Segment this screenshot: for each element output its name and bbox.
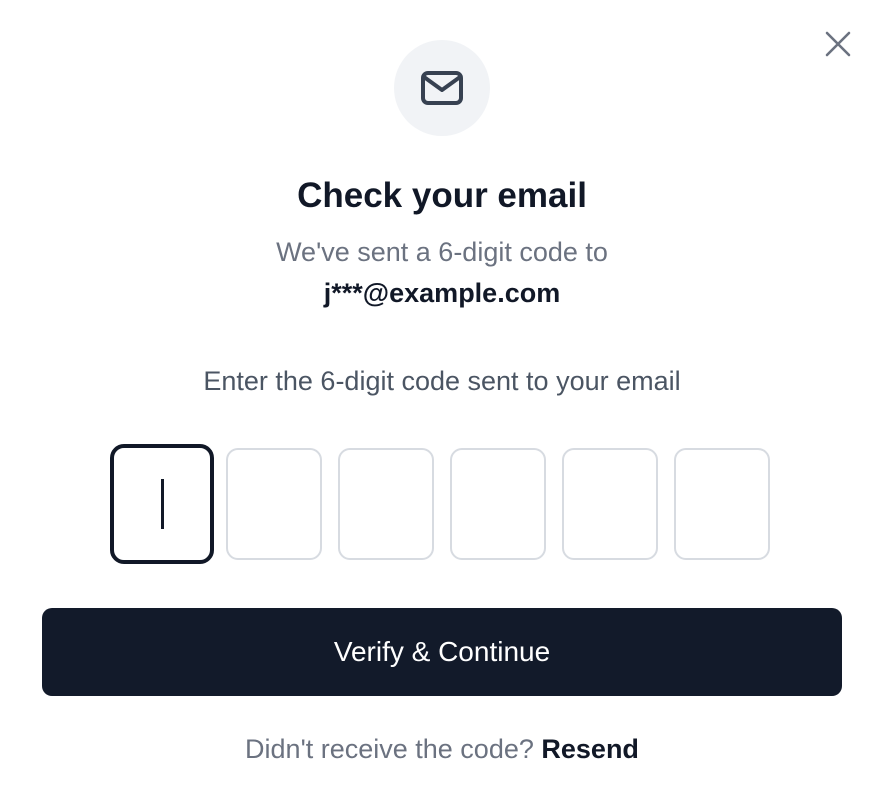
sent-to-text: We've sent a 6-digit code to <box>276 237 608 267</box>
text-caret <box>161 479 164 529</box>
close-button[interactable] <box>818 24 858 64</box>
resend-row: Didn't receive the code? Resend <box>0 730 884 768</box>
mail-icon <box>421 71 463 105</box>
resend-prompt: Didn't receive the code? <box>245 734 534 764</box>
code-digit-6[interactable] <box>674 448 770 560</box>
verify-continue-button[interactable]: Verify & Continue <box>42 608 842 696</box>
masked-email: j***@example.com <box>323 278 561 308</box>
close-icon <box>825 31 851 57</box>
mail-icon-badge <box>394 40 490 136</box>
code-instruction: Enter the 6-digit code sent to your emai… <box>203 366 681 396</box>
code-digit-4[interactable] <box>450 448 546 560</box>
code-digit-5[interactable] <box>562 448 658 560</box>
code-digit-2[interactable] <box>226 448 322 560</box>
page-title: Check your email <box>297 176 587 215</box>
resend-link[interactable]: Resend <box>541 734 639 764</box>
verification-dialog: Check your email We've sent a 6-digit co… <box>0 0 884 810</box>
code-digit-3[interactable] <box>338 448 434 560</box>
